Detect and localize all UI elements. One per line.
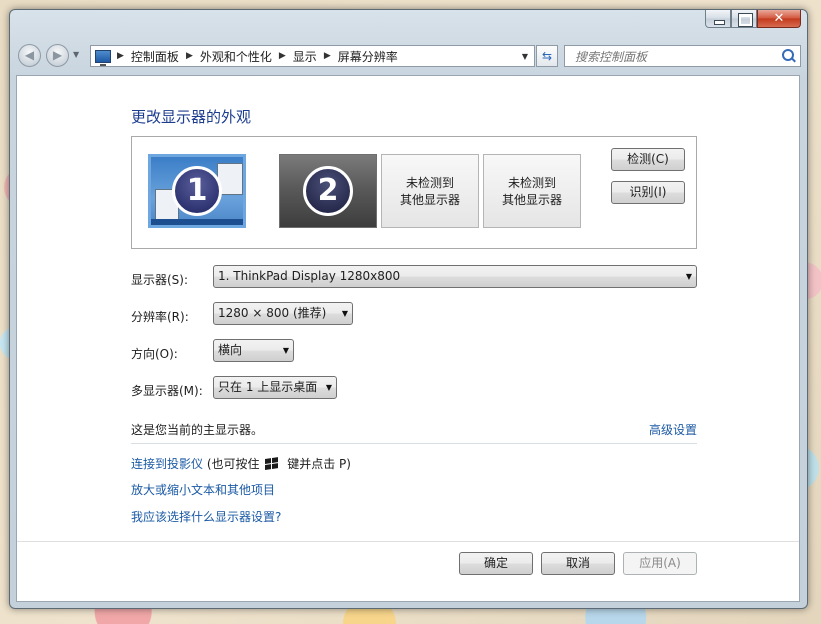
undetected-monitor-label: 未检测到 其他显示器 — [382, 175, 478, 209]
refresh-button[interactable]: ⇆ — [536, 45, 558, 67]
orientation-select[interactable]: 横向 ▼ — [213, 339, 294, 362]
chevron-right-icon[interactable]: ▶ — [324, 51, 331, 61]
projector-hint-pre: (也可按住 — [206, 457, 260, 471]
orientation-label: 方向(O): — [131, 347, 178, 361]
undetected-line-2: 其他显示器 — [501, 193, 562, 207]
projector-row: 连接到投影仪 (也可按住 键并点击 P) — [131, 455, 351, 472]
breadcrumb-control-panel[interactable]: 控制面板 — [131, 48, 179, 65]
address-dropdown-icon[interactable]: ▼ — [516, 52, 534, 61]
resolution-select-value: 1280 × 800 (推荐) — [218, 306, 327, 320]
multiple-displays-select-value: 只在 1 上显示桌面 — [218, 380, 318, 394]
search-box[interactable] — [564, 45, 801, 67]
divider — [131, 443, 697, 444]
orientation-select-value: 横向 — [218, 343, 243, 357]
main-content: 更改显示器的外观 1 2 未检测到 其他显示器 未检测到 其他显示器 检测(C)… — [16, 75, 800, 602]
display-label: 显示器(S): — [131, 273, 189, 287]
forward-arrow-icon: ▶ — [52, 48, 63, 62]
windows-key-icon — [265, 457, 279, 471]
display-select[interactable]: 1. ThinkPad Display 1280x800 ▼ — [213, 265, 697, 288]
recent-pages-dropdown-icon[interactable]: ▼ — [73, 50, 79, 59]
ok-button[interactable]: 确定 — [459, 552, 533, 575]
projector-hint-post: 键并点击 P) — [287, 457, 351, 471]
maximize-button[interactable] — [731, 10, 757, 28]
primary-display-status: 这是您当前的主显示器。 — [131, 423, 264, 437]
monitor-1-tile[interactable]: 1 — [148, 154, 246, 228]
forward-button[interactable]: ▶ — [46, 44, 69, 67]
apply-button[interactable]: 应用(A) — [623, 552, 697, 575]
minimize-icon — [714, 20, 725, 25]
refresh-icon: ⇆ — [541, 49, 553, 63]
undetected-monitor-tile[interactable]: 未检测到 其他显示器 — [381, 154, 479, 228]
connect-projector-link[interactable]: 连接到投影仪 — [131, 457, 203, 471]
breadcrumb-display[interactable]: 显示 — [293, 48, 317, 65]
close-icon: ✕ — [773, 11, 785, 26]
resolution-select[interactable]: 1280 × 800 (推荐) ▼ — [213, 302, 353, 325]
caption-buttons: ✕ — [705, 10, 801, 29]
chevron-down-icon: ▼ — [282, 346, 289, 355]
multiple-displays-label: 多显示器(M): — [131, 384, 203, 398]
address-bar[interactable]: ▶ 控制面板 ▶ 外观和个性化 ▶ 显示 ▶ 屏幕分辨率 ▼ — [90, 45, 535, 67]
close-button[interactable]: ✕ — [757, 10, 801, 28]
search-icon[interactable] — [782, 49, 794, 61]
monitor-number-badge: 2 — [303, 166, 353, 216]
maximize-icon — [738, 13, 753, 27]
chevron-right-icon[interactable]: ▶ — [279, 51, 286, 61]
identify-button[interactable]: 识别(I) — [611, 181, 685, 204]
back-button[interactable]: ◀ — [18, 44, 41, 67]
breadcrumb-screen-resolution[interactable]: 屏幕分辨率 — [338, 48, 398, 65]
back-arrow-icon: ◀ — [24, 48, 35, 62]
chevron-down-icon: ▼ — [325, 383, 332, 392]
undetected-line-1: 未检测到 — [405, 176, 454, 190]
preview-taskbar — [151, 219, 243, 225]
navigation-bar: ◀ ▶ ▼ ▶ 控制面板 ▶ 外观和个性化 ▶ 显示 ▶ 屏幕分辨率 ▼ ⇆ — [16, 42, 801, 70]
multiple-displays-select[interactable]: 只在 1 上显示桌面 ▼ — [213, 376, 337, 399]
monitor-number-badge: 1 — [172, 166, 222, 216]
chevron-down-icon: ▼ — [341, 309, 348, 318]
resolution-label: 分辨率(R): — [131, 310, 189, 324]
chevron-right-icon[interactable]: ▶ — [117, 51, 124, 61]
control-panel-window: ✕ ◀ ▶ ▼ ▶ 控制面板 ▶ 外观和个性化 ▶ 显示 ▶ 屏幕分辨率 ▼ ⇆… — [9, 9, 808, 609]
detect-button[interactable]: 检测(C) — [611, 148, 685, 171]
undetected-line-2: 其他显示器 — [399, 193, 460, 207]
chevron-down-icon: ▼ — [685, 272, 692, 281]
search-input[interactable] — [573, 47, 777, 67]
display-preview-area: 1 2 未检测到 其他显示器 未检测到 其他显示器 检测(C) 识别(I) — [131, 136, 697, 249]
chevron-right-icon[interactable]: ▶ — [186, 51, 193, 61]
breadcrumb-appearance[interactable]: 外观和个性化 — [200, 48, 272, 65]
text-size-link[interactable]: 放大或缩小文本和其他项目 — [131, 481, 275, 498]
undetected-monitor-tile[interactable]: 未检测到 其他显示器 — [483, 154, 581, 228]
page-title: 更改显示器的外观 — [131, 108, 252, 126]
which-display-settings-link[interactable]: 我应该选择什么显示器设置? — [131, 508, 281, 525]
cancel-button[interactable]: 取消 — [541, 552, 615, 575]
monitor-2-tile[interactable]: 2 — [279, 154, 377, 228]
minimize-button[interactable] — [705, 10, 731, 28]
display-select-value: 1. ThinkPad Display 1280x800 — [218, 269, 401, 283]
footer-divider — [17, 541, 799, 542]
undetected-monitor-label: 未检测到 其他显示器 — [484, 175, 580, 209]
undetected-line-1: 未检测到 — [507, 176, 556, 190]
advanced-settings-link[interactable]: 高级设置 — [649, 421, 697, 438]
control-panel-icon — [95, 49, 111, 66]
